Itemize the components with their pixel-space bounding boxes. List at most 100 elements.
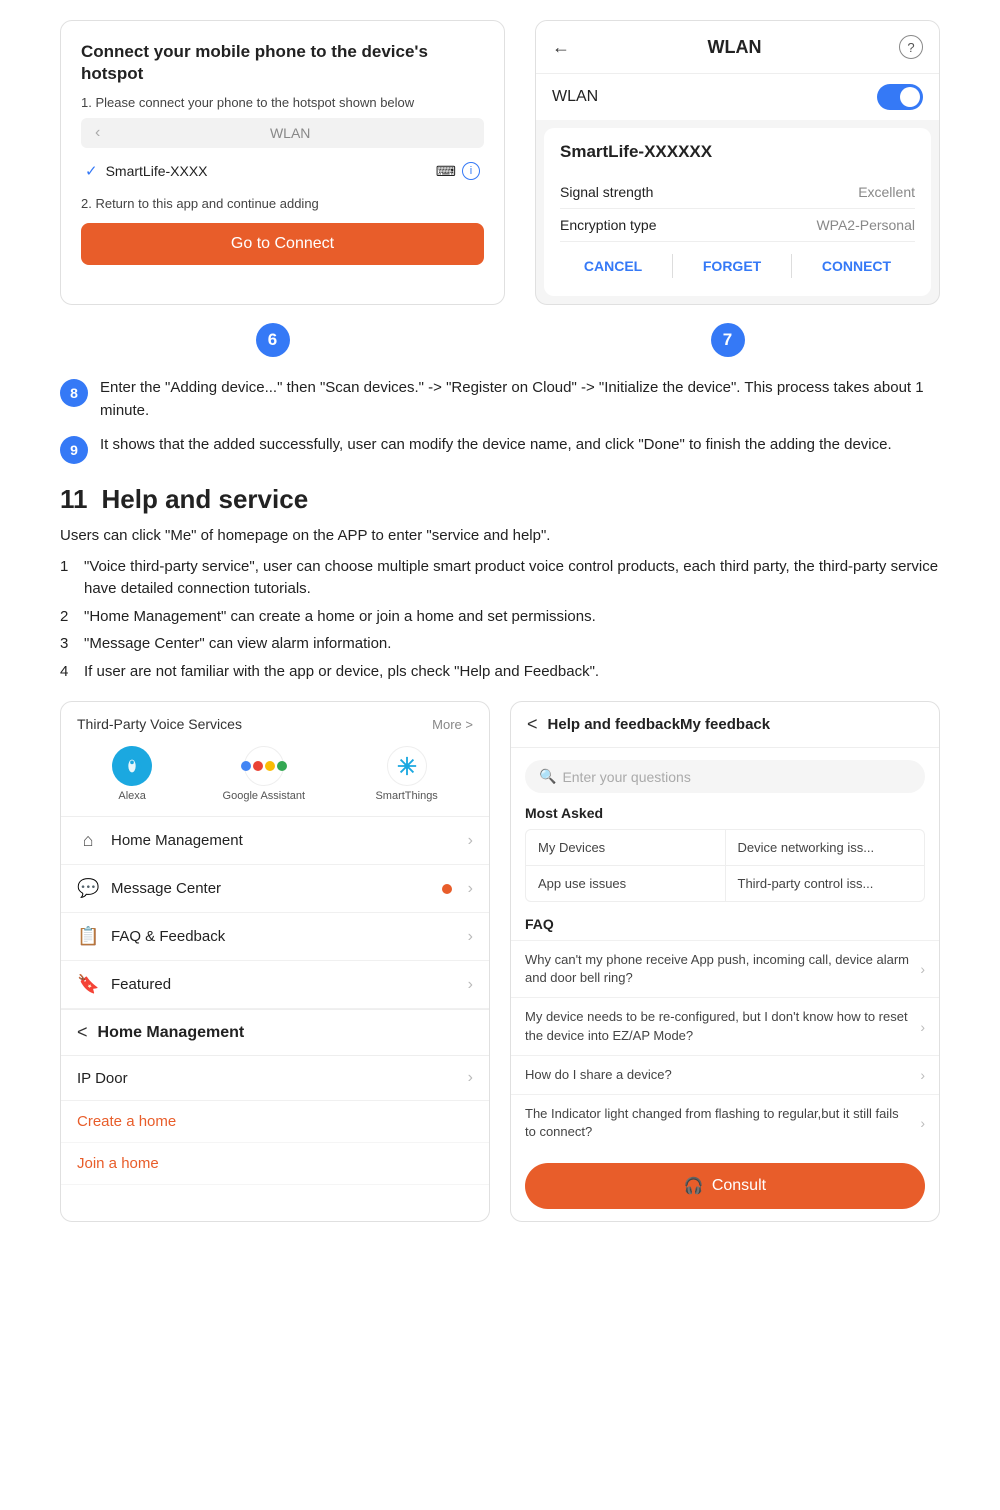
wifi-icon: ⌨ (436, 163, 456, 180)
voice-services-header: Third-Party Voice Services More > (77, 716, 473, 732)
bookmark-icon: 🔖 (77, 974, 99, 995)
step8-text: Enter the "Adding device..." then "Scan … (100, 377, 940, 422)
faq-chevron-1: › (920, 1019, 925, 1035)
faq-feedback-label: FAQ & Feedback (111, 928, 456, 945)
google-assistant-item[interactable]: Google Assistant (223, 746, 306, 802)
most-asked-cell-3[interactable]: Third-party control iss... (726, 866, 925, 901)
consult-button[interactable]: 🎧 Consult (525, 1163, 925, 1209)
featured-label: Featured (111, 976, 456, 993)
go-connect-button[interactable]: Go to Connect (81, 223, 484, 265)
network-ssid: SmartLife-XXXXXX (560, 142, 915, 162)
most-asked-cell-1[interactable]: Device networking iss... (726, 830, 925, 865)
hotspot-connect-card: Connect your mobile phone to the device'… (60, 20, 505, 305)
menu-item-faq[interactable]: 📋 FAQ & Feedback › (61, 913, 489, 961)
wlan-toggle-row: WLAN (536, 74, 939, 120)
step9-text: It shows that the added successfully, us… (100, 434, 940, 457)
section11-heading: 11 Help and service (60, 484, 940, 515)
smartthings-item[interactable]: SmartThings (375, 746, 437, 802)
screenshots-row: Connect your mobile phone to the device'… (60, 20, 940, 305)
wlan-help-icon[interactable]: ? (899, 35, 923, 59)
bottom-screenshots-row: Third-Party Voice Services More > Alexa (60, 701, 940, 1222)
list-item-2-text: "Home Management" can create a home or j… (84, 606, 940, 629)
faq-text-3: The Indicator light changed from flashin… (525, 1105, 912, 1141)
ip-door-chevron: › (468, 1069, 473, 1087)
wlan-actions: CANCEL FORGET CONNECT (560, 242, 915, 282)
most-asked-grid: My Devices Device networking iss... App … (525, 829, 925, 902)
list-item-3-num: 3 (60, 633, 76, 656)
faq-item-0[interactable]: Why can't my phone receive App push, inc… (511, 940, 939, 997)
wlan-header-title: WLAN (708, 37, 762, 58)
signal-label: Signal strength (560, 184, 653, 200)
wlan-back-chevron: ‹ (95, 124, 100, 142)
connect-button[interactable]: CONNECT (804, 254, 909, 278)
step8-row: 8 Enter the "Adding device..." then "Sca… (60, 377, 940, 422)
menu-item-featured[interactable]: 🔖 Featured › (61, 961, 489, 1009)
join-home-link[interactable]: Join a home (61, 1143, 489, 1185)
menu-item-home[interactable]: ⌂ Home Management › (61, 817, 489, 865)
hotspot-step1-text: 1. Please connect your phone to the hots… (81, 95, 484, 110)
search-placeholder-text: Enter your questions (562, 769, 690, 785)
encryption-label: Encryption type (560, 217, 657, 233)
step6-number-container: 6 (60, 323, 485, 357)
consult-button-label: Consult (712, 1177, 766, 1195)
faq-chevron-0: › (920, 961, 925, 977)
faq-text-1: My device needs to be re-configured, but… (525, 1008, 912, 1044)
cancel-button[interactable]: CANCEL (566, 254, 660, 278)
signal-row: Signal strength Excellent (560, 176, 915, 209)
wlan-toggle-label: WLAN (552, 88, 598, 106)
ip-door-item[interactable]: IP Door › (61, 1056, 489, 1101)
step7-circle: 7 (711, 323, 745, 357)
faq-chevron-2: › (920, 1067, 925, 1083)
voice-services-icons: Alexa Google Assistant (77, 746, 473, 802)
step8-circle: 8 (60, 379, 88, 407)
ip-door-label: IP Door (77, 1070, 458, 1087)
home-mgmt-back-icon[interactable]: < (77, 1022, 88, 1043)
step9-circle: 9 (60, 436, 88, 464)
help-back-icon[interactable]: < (527, 714, 538, 735)
help-search-bar[interactable]: 🔍 Enter your questions (525, 760, 925, 793)
google-assistant-icon (244, 746, 284, 786)
featured-chevron-icon: › (468, 976, 473, 994)
alexa-icon (112, 746, 152, 786)
step9-row: 9 It shows that the added successfully, … (60, 434, 940, 464)
google-assistant-label: Google Assistant (223, 790, 306, 802)
voice-services-section: Third-Party Voice Services More > Alexa (61, 702, 489, 817)
section11-title: Help and service (102, 484, 309, 515)
signal-value: Excellent (858, 184, 915, 200)
hotspot-step2-text: 2. Return to this app and continue addin… (81, 196, 484, 211)
more-link[interactable]: More > (432, 717, 473, 732)
menu-item-message[interactable]: 💬 Message Center › (61, 865, 489, 913)
home-mgmt-header: < Home Management (61, 1010, 489, 1056)
faq-chevron-icon: › (468, 928, 473, 946)
faq-item-1[interactable]: My device needs to be re-configured, but… (511, 997, 939, 1054)
voice-services-title: Third-Party Voice Services (77, 716, 242, 732)
home-management-section: < Home Management IP Door › Create a hom… (61, 1009, 489, 1185)
forget-button[interactable]: FORGET (685, 254, 779, 278)
alexa-item[interactable]: Alexa (112, 746, 152, 802)
section11-list: 1 "Voice third-party service", user can … (60, 556, 940, 684)
list-item-1-text: "Voice third-party service", user can ch… (84, 556, 940, 601)
faq-item-2[interactable]: How do I share a device? › (511, 1055, 939, 1094)
list-item-3-text: "Message Center" can view alarm informat… (84, 633, 940, 656)
most-asked-cell-2[interactable]: App use issues (526, 866, 725, 901)
list-item-1: 1 "Voice third-party service", user can … (60, 556, 940, 601)
wlan-back-arrow[interactable]: ← (552, 37, 570, 58)
step-numbers-row: 6 7 (60, 323, 940, 357)
encryption-value: WPA2-Personal (816, 217, 915, 233)
home-management-label: Home Management (111, 832, 456, 849)
most-asked-cell-0[interactable]: My Devices (526, 830, 725, 865)
message-icon: 💬 (77, 878, 99, 899)
search-icon: 🔍 (539, 768, 556, 785)
section11-number: 11 (60, 484, 88, 515)
list-item-4-num: 4 (60, 661, 76, 684)
wlan-toggle-switch[interactable] (877, 84, 923, 110)
section11-intro: Users can click "Me" of homepage on the … (60, 525, 940, 548)
encryption-row: Encryption type WPA2-Personal (560, 209, 915, 242)
list-item-3: 3 "Message Center" can view alarm inform… (60, 633, 940, 656)
home-icon: ⌂ (77, 830, 99, 851)
most-asked-label: Most Asked (511, 805, 939, 829)
faq-item-3[interactable]: The Indicator light changed from flashin… (511, 1094, 939, 1151)
wlan-detail-header: ← WLAN ? (536, 21, 939, 74)
message-center-label: Message Center (111, 880, 430, 897)
create-home-link[interactable]: Create a home (61, 1101, 489, 1143)
